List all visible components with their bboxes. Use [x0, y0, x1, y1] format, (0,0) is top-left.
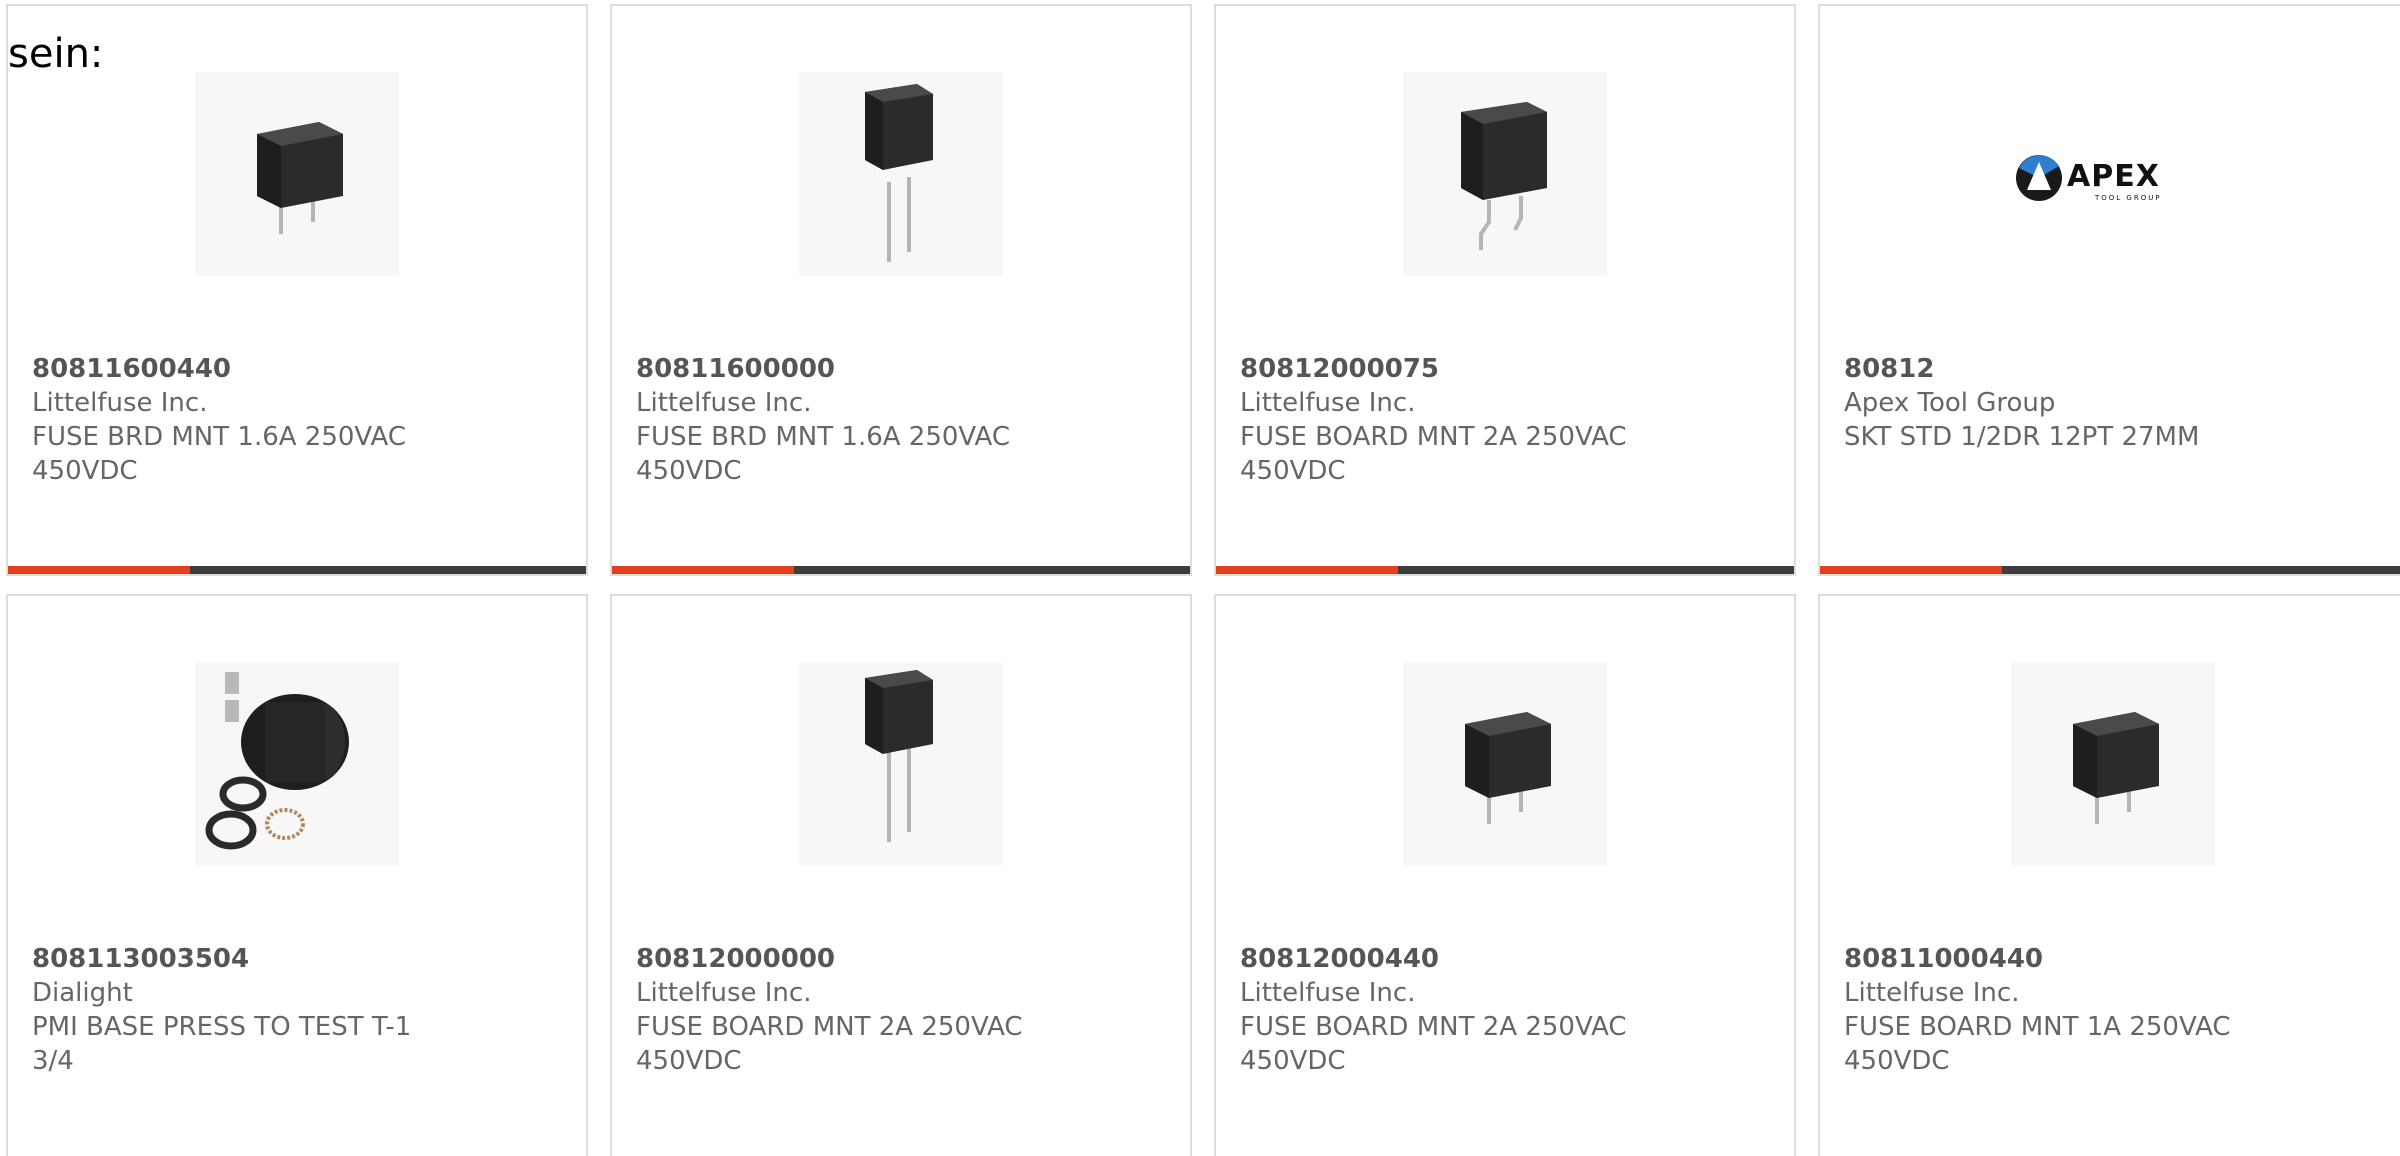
product-card[interactable]: 808113003504 Dialight PMI BASE PRESS TO …	[6, 594, 588, 1156]
product-card[interactable]: APEX TOOL GROUP 80812 Apex Tool Group SK…	[1818, 4, 2400, 576]
fuse-image	[1403, 662, 1607, 866]
fuse-image	[2011, 662, 2215, 866]
product-card[interactable]: 80811600000 Littelfuse Inc. FUSE BRD MNT…	[610, 4, 1192, 576]
fuse-image	[799, 662, 1003, 866]
description: FUSE BOARD MNT 2A 250VAC 450VDC	[1240, 1012, 1627, 1076]
description: FUSE BOARD MNT 2A 250VAC 450VDC	[636, 1012, 1023, 1076]
manufacturer: Apex Tool Group	[1844, 388, 2056, 418]
card-accent-bar	[612, 566, 1190, 574]
manufacturer: Littelfuse Inc.	[1240, 978, 1416, 1008]
card-accent-bar	[1216, 566, 1794, 574]
manufacturer: Dialight	[32, 978, 133, 1008]
product-card[interactable]: 80811600440 Littelfuse Inc. FUSE BRD MNT…	[6, 4, 588, 576]
fuse-image	[1403, 72, 1607, 276]
part-number[interactable]: 80812000000	[636, 942, 1166, 976]
product-card[interactable]: 80812000075 Littelfuse Inc. FUSE BOARD M…	[1214, 4, 1796, 576]
intro-text: sein:	[8, 31, 104, 77]
description: FUSE BOARD MNT 1A 250VAC 450VDC	[1844, 1012, 2231, 1076]
part-number[interactable]: 80811000440	[1844, 942, 2382, 976]
logo-text: APEX	[2067, 159, 2160, 194]
manufacturer: Littelfuse Inc.	[636, 388, 812, 418]
description: FUSE BRD MNT 1.6A 250VAC 450VDC	[32, 422, 407, 486]
lamp-socket-image	[195, 662, 399, 866]
description: SKT STD 1/2DR 12PT 27MM	[1844, 422, 2200, 452]
part-number[interactable]: 808113003504	[32, 942, 562, 976]
description: FUSE BRD MNT 1.6A 250VAC 450VDC	[636, 422, 1011, 486]
part-number[interactable]: 80812	[1844, 352, 2382, 386]
fuse-image	[799, 72, 1003, 276]
card-accent-bar	[8, 566, 586, 574]
manufacturer: Littelfuse Inc.	[1240, 388, 1416, 418]
card-accent-bar	[1820, 566, 2400, 574]
part-number[interactable]: 80812000440	[1240, 942, 1770, 976]
fuse-image	[195, 72, 399, 276]
apex-logo: APEX TOOL GROUP	[2011, 72, 2215, 276]
manufacturer: Littelfuse Inc.	[32, 388, 208, 418]
manufacturer: Littelfuse Inc.	[636, 978, 812, 1008]
product-card[interactable]: 80811000440 Littelfuse Inc. FUSE BOARD M…	[1818, 594, 2400, 1156]
description: PMI BASE PRESS TO TEST T-1 3/4	[32, 1012, 412, 1076]
part-number[interactable]: 80812000075	[1240, 352, 1770, 386]
product-card[interactable]: 80812000440 Littelfuse Inc. FUSE BOARD M…	[1214, 594, 1796, 1156]
product-card[interactable]: 80812000000 Littelfuse Inc. FUSE BOARD M…	[610, 594, 1192, 1156]
part-number[interactable]: 80811600000	[636, 352, 1166, 386]
manufacturer: Littelfuse Inc.	[1844, 978, 2020, 1008]
part-number[interactable]: 80811600440	[32, 352, 562, 386]
product-grid-page: sein: 80811600440 Littelfuse Inc. FUSE B…	[0, 0, 2400, 1156]
logo-subtext: TOOL GROUP	[2094, 194, 2162, 202]
description: FUSE BOARD MNT 2A 250VAC 450VDC	[1240, 422, 1627, 486]
